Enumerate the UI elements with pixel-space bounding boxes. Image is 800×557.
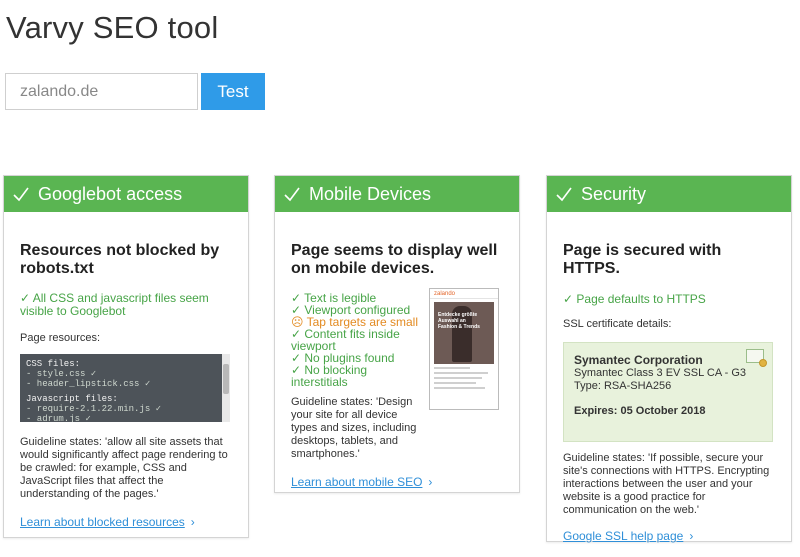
code-line: CSS files: — [26, 359, 81, 369]
link-label: Google SSL help page — [563, 529, 684, 543]
certificate-seal-icon — [759, 359, 767, 367]
thumbnail-text-lines — [434, 367, 494, 389]
card-header: Googlebot access — [4, 176, 248, 212]
certificate-authority: Symantec Class 3 EV SSL CA - G3 — [574, 367, 746, 379]
code-line: - require-2.1.22.min.js ✓ — [26, 404, 162, 414]
status-text: ✓ All CSS and javascript files seem visi… — [20, 291, 209, 318]
chevron-right-icon: › — [190, 515, 195, 529]
mobile-checks-list: ✓ Text is legible ✓ Viewport configured … — [291, 292, 421, 388]
check-item: ✓ Content fits inside viewport — [291, 327, 400, 353]
checkmark-icon — [13, 187, 29, 202]
thumbnail-hero-text: Entdecke größte Auswahl an Fashion & Tre… — [438, 312, 480, 330]
checkmark-icon — [556, 187, 572, 202]
chevron-right-icon: › — [689, 529, 694, 543]
code-line: - style.css ✓ — [26, 369, 97, 379]
scrollbar-thumb[interactable] — [223, 364, 229, 394]
resources-code-box[interactable]: CSS files: - style.css ✓ - header_lipsti… — [20, 354, 230, 422]
code-line: - header_lipstick.css ✓ — [26, 379, 151, 389]
page-title: Varvy SEO tool — [6, 10, 219, 45]
card-heading: Page is secured with HTTPS. — [563, 242, 722, 277]
chevron-right-icon: › — [428, 475, 433, 489]
code-line: - adrum.js ✓ — [26, 414, 91, 422]
mobile-devices-card: Mobile Devices Page seems to display wel… — [274, 175, 520, 493]
link-label: Learn about blocked resources — [20, 515, 185, 529]
certificate-issuer: Symantec Corporation — [574, 353, 703, 367]
ssl-details-label: SSL certificate details: — [563, 318, 672, 330]
certificate-type: Type: RSA-SHA256 — [574, 380, 672, 392]
certificate-box: Symantec Corporation Symantec Class 3 EV… — [563, 342, 773, 442]
guideline-text: Guideline states: 'Design your site for … — [291, 396, 417, 460]
certificate-icon — [746, 349, 767, 367]
resources-label: Page resources: — [20, 332, 101, 344]
status-text: ✓ Page defaults to HTTPS — [563, 292, 706, 306]
learn-blocked-resources-link[interactable]: Learn about blocked resources › — [20, 515, 195, 529]
certificate-expiry: Expires: 05 October 2018 — [574, 405, 706, 417]
card-header-title: Security — [581, 183, 647, 204]
card-heading: Resources not blocked by robots.txt — [20, 242, 220, 277]
card-heading: Page seems to display well on mobile dev… — [291, 242, 498, 277]
thumbnail-hero-image: Entdecke größte Auswahl an Fashion & Tre… — [434, 302, 494, 364]
test-button[interactable]: Test — [201, 73, 265, 110]
checkmark-icon — [284, 187, 300, 202]
code-scrollbar[interactable] — [222, 354, 230, 422]
code-line: Javascript files: — [26, 394, 118, 404]
google-ssl-help-link[interactable]: Google SSL help page › — [563, 529, 693, 543]
card-header: Mobile Devices — [275, 176, 519, 212]
card-header: Security — [547, 176, 791, 212]
guideline-text: Guideline states: 'If possible, secure y… — [563, 452, 770, 516]
security-card: Security Page is secured with HTTPS. ✓ P… — [546, 175, 792, 543]
thumbnail-brand: zalando — [430, 289, 498, 299]
guideline-text: Guideline states: 'allow all site assets… — [20, 436, 228, 500]
mobile-screenshot-thumbnail: zalando Entdecke größte Auswahl an Fashi… — [429, 288, 499, 410]
url-input[interactable] — [5, 73, 198, 110]
check-item: ✓ No blocking interstitials — [291, 363, 368, 389]
card-header-title: Mobile Devices — [309, 183, 432, 204]
googlebot-card: Googlebot access Resources not blocked b… — [3, 175, 249, 538]
card-header-title: Googlebot access — [38, 183, 183, 204]
link-label: Learn about mobile SEO — [291, 475, 423, 489]
learn-mobile-seo-link[interactable]: Learn about mobile SEO › — [291, 475, 432, 489]
